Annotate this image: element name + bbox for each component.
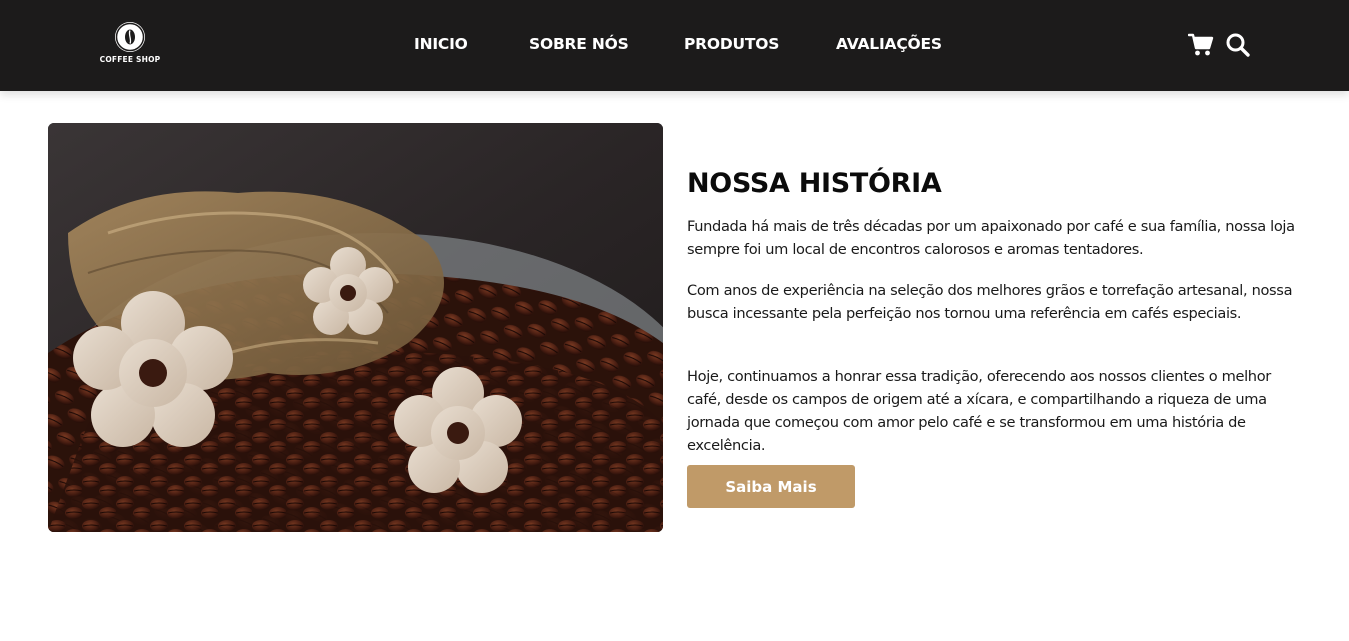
about-paragraph-1: Fundada há mais de três décadas por um a…	[687, 218, 1295, 258]
top-navbar: COFFEE SHOP INICIO SOBRE NÓS PRODUTOS AV…	[0, 0, 1349, 91]
cart-icon[interactable]	[1187, 31, 1215, 59]
nav-link-sobre-nos[interactable]: SOBRE NÓS	[529, 35, 629, 53]
saiba-mais-button[interactable]: Saiba Mais	[687, 465, 855, 508]
logo[interactable]: COFFEE SHOP	[96, 22, 164, 68]
nav-link-avaliacoes[interactable]: AVALIAÇÕES	[836, 35, 942, 53]
nav-link-produtos[interactable]: PRODUTOS	[684, 35, 779, 53]
search-icon[interactable]	[1224, 31, 1252, 59]
about-paragraph-3: Hoje, continuamos a honrar essa tradição…	[687, 368, 1271, 454]
about-section: NOSSA HISTÓRIA Fundada há mais de três d…	[687, 168, 1312, 508]
coffee-bean-logo-icon	[115, 22, 145, 52]
about-paragraph-2: Com anos de experiência na seleção dos m…	[687, 282, 1293, 322]
page-title: NOSSA HISTÓRIA	[687, 168, 942, 199]
nav-link-inicio[interactable]: INICIO	[414, 35, 468, 53]
logo-text: COFFEE SHOP	[99, 55, 161, 64]
coffee-beans-image	[48, 123, 663, 532]
